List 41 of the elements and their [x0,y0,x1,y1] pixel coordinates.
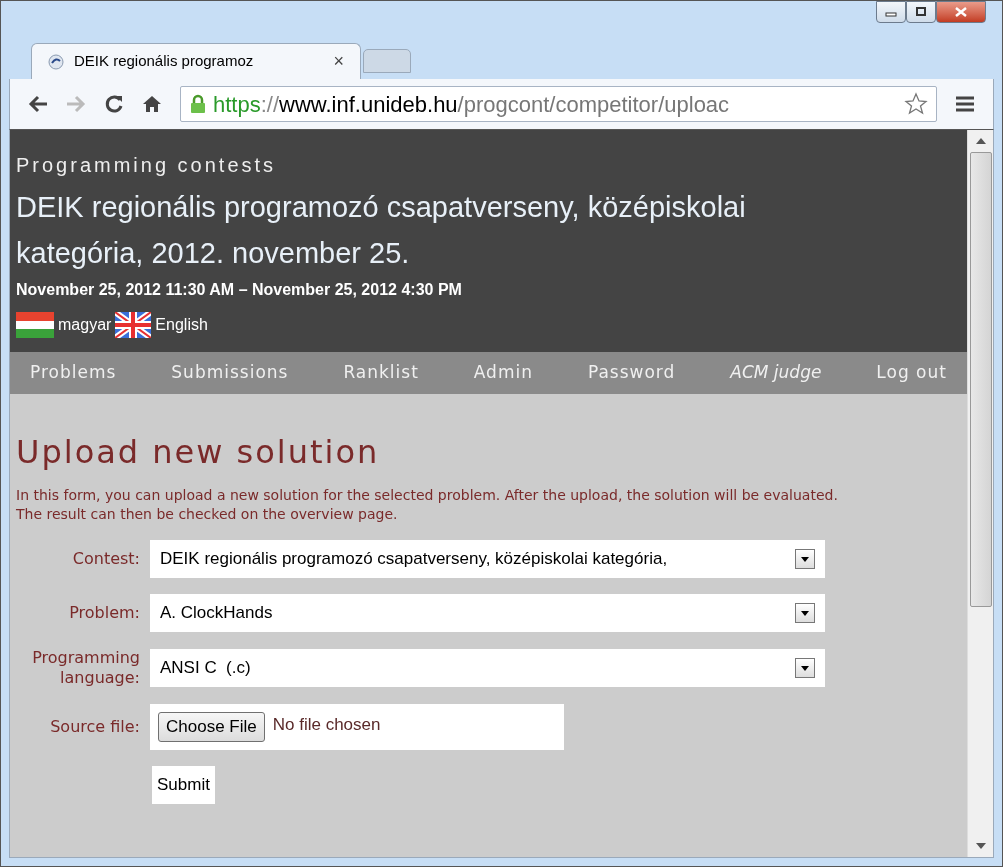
reload-icon[interactable] [104,94,124,114]
scroll-down-arrow-icon[interactable] [975,843,986,849]
intro-paragraph: In this form, you can upload a new solution for the selected problem. After the upload, the solution will be evaluated. The result can then be checked on the overview page. [16,486,839,524]
close-icon [955,7,967,17]
hungarian-flag-icon [16,312,54,338]
star-icon[interactable] [904,92,928,116]
home-icon[interactable] [142,94,162,114]
maximize-icon [915,7,927,17]
browser-tab[interactable]: DEIK regionális programoz × [31,43,361,79]
tab-title: DEIK regionális programoz [74,51,254,72]
close-button[interactable] [936,1,986,23]
maximize-button[interactable] [906,1,936,23]
dropdown-field[interactable]: DEIK regionális programozó csapatverseny, középiskolai kategória, [150,540,825,578]
british-flag-icon [115,312,152,338]
minimize-button[interactable] [876,1,906,23]
field-label: Source file: [49,717,140,737]
address-bar[interactable]: https://www.inf.unideb.hu/progcont/competitor/uploac [180,86,937,122]
field-label: Contest: [71,549,140,569]
scrollbar[interactable] [967,130,993,857]
language-link[interactable]: English [115,312,208,338]
contest-title: DEIK regionális programozó csapatverseny, középiskolai kategória, 2012. november 25. [16,190,747,271]
submit-button[interactable]: Submit [152,766,215,804]
dropdown-field[interactable]: A. ClockHands [150,594,825,632]
language-link[interactable]: magyar [16,312,112,338]
choose-file-button[interactable]: Choose File [158,712,265,742]
back-arrow-icon[interactable] [28,95,48,113]
url-text: https://www.inf.unideb.hu/progcont/competitor/uploac [213,90,730,119]
site-name: Programming contests [16,153,278,178]
field-label: Problem: [68,603,140,623]
tab-close-button[interactable]: × [333,48,344,75]
page-heading: Upload new solution [16,432,381,473]
file-status-text: No file chosen [272,714,381,736]
field-label: Programming language: [31,648,140,688]
file-input-field[interactable]: Choose File No file chosen [150,704,564,750]
menu-icon[interactable] [955,95,975,113]
scrollbar-thumb[interactable] [969,152,992,607]
contest-dates: November 25, 2012 11:30 AM – November 25, 2012 4:30 PM [16,280,463,300]
scroll-up-arrow-icon[interactable] [975,138,986,144]
site-favicon-icon [48,53,64,70]
dropdown-field[interactable]: ANSI C (.c) [150,649,825,687]
padlock-icon [189,94,207,114]
